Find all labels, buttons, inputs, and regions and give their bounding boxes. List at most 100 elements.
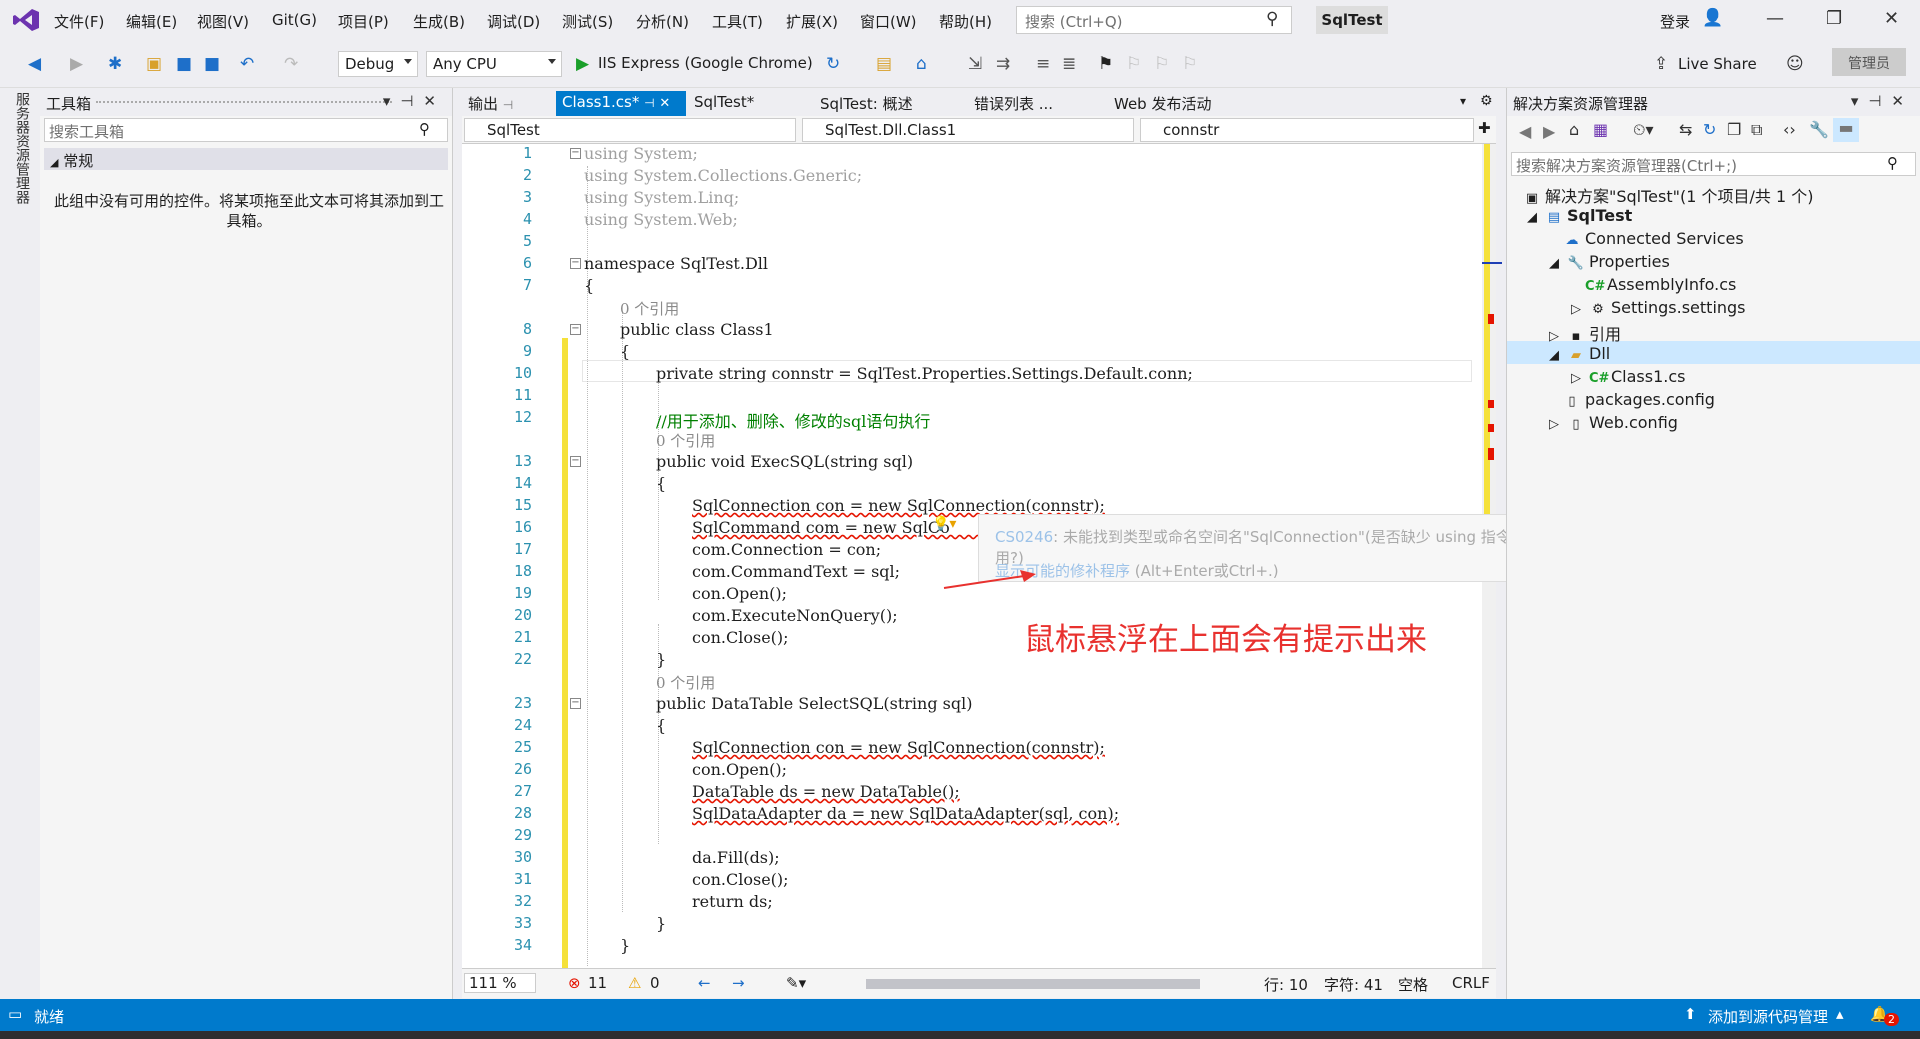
next-issue-icon[interactable]: → bbox=[732, 974, 745, 992]
collapse-icon[interactable]: − bbox=[570, 324, 581, 335]
undo-icon[interactable]: ↶ bbox=[240, 54, 254, 74]
forward-icon[interactable]: ▶ bbox=[70, 54, 83, 74]
pin-icon[interactable]: ⊣ bbox=[644, 96, 654, 110]
tree-item-properties[interactable]: ◢ 🔧 Properties bbox=[1545, 252, 1670, 275]
platform-select[interactable]: Any CPU bbox=[426, 51, 562, 77]
whitespace-indicator[interactable]: 空格 bbox=[1398, 974, 1428, 995]
search-icon[interactable]: ⚲ bbox=[419, 120, 430, 138]
close-tab-icon[interactable]: ✕ bbox=[659, 96, 670, 111]
toolbox-group[interactable]: ◢ 常规 bbox=[44, 148, 448, 170]
step-into-icon[interactable]: ⇲ bbox=[968, 54, 982, 74]
pin-icon[interactable]: ⊣ bbox=[503, 98, 513, 112]
menu-help[interactable]: 帮助(H) bbox=[939, 11, 992, 32]
back-icon[interactable]: ◀ bbox=[1519, 122, 1531, 141]
properties-icon[interactable]: 🔧 bbox=[1809, 120, 1829, 139]
next-bookmark-icon[interactable]: ⚐ bbox=[1154, 54, 1169, 74]
menu-edit[interactable]: 编辑(E) bbox=[126, 11, 177, 32]
expand-icon[interactable]: ◢ bbox=[1523, 210, 1541, 225]
close-icon[interactable]: ✕ bbox=[1884, 8, 1899, 29]
step-over-icon[interactable]: ⇉ bbox=[996, 54, 1010, 74]
tab-sqltest[interactable]: SqlTest* bbox=[688, 91, 760, 113]
open-icon[interactable]: ▣ bbox=[146, 54, 162, 74]
run-icon[interactable]: ▶ bbox=[576, 54, 589, 74]
tree-item-solution[interactable]: ▣ 解决方案"SqlTest"(1 个项目/共 1 个) bbox=[1523, 183, 1814, 206]
switch-views-icon[interactable]: ▦ bbox=[1593, 120, 1608, 139]
redo-icon[interactable]: ↷ bbox=[284, 54, 298, 74]
expand-icon[interactable]: ▷ bbox=[1567, 302, 1585, 317]
restore-icon[interactable]: ❐ bbox=[1826, 8, 1842, 29]
tree-item-packages-config[interactable]: ▯ packages.config bbox=[1563, 390, 1715, 413]
folder-icon[interactable]: ▤ bbox=[876, 54, 892, 74]
view-code-icon[interactable]: ‹› bbox=[1783, 120, 1796, 139]
expand-icon[interactable]: ◢ bbox=[1545, 256, 1563, 271]
search-input[interactable]: 搜索 (Ctrl+Q) bbox=[1016, 6, 1292, 34]
quick-action-icon[interactable]: 💡▾ bbox=[932, 516, 956, 532]
member-select[interactable]: connstr bbox=[1140, 118, 1474, 142]
add-source-control-button[interactable]: 添加到源代码管理 bbox=[1708, 1006, 1828, 1027]
config-select[interactable]: Debug bbox=[338, 51, 418, 77]
menu-test[interactable]: 测试(S) bbox=[562, 11, 613, 32]
zoom-select[interactable]: 111 % bbox=[464, 973, 536, 993]
reference-hint[interactable]: 0 个引用 bbox=[656, 430, 715, 451]
error-icon[interactable]: ⊗ bbox=[568, 974, 581, 992]
tab-output[interactable]: 输出 ⊣ bbox=[462, 91, 519, 116]
refresh-icon[interactable]: ↻ bbox=[1703, 120, 1716, 139]
panel-buttons[interactable]: ▾⊣✕ bbox=[1851, 92, 1914, 110]
menu-git[interactable]: Git(G) bbox=[272, 11, 317, 29]
indent-icon[interactable]: ≡ bbox=[1036, 54, 1050, 74]
upload-icon[interactable]: ⬆ bbox=[1684, 1005, 1697, 1023]
split-icon[interactable]: ✚ bbox=[1478, 119, 1491, 137]
preview-icon[interactable]: ▬ bbox=[1833, 118, 1859, 142]
forward-icon[interactable]: ▶ bbox=[1543, 122, 1555, 141]
collapse-icon[interactable]: − bbox=[570, 698, 581, 709]
menu-window[interactable]: 窗口(W) bbox=[860, 11, 917, 32]
clear-bookmarks-icon[interactable]: ⚐ bbox=[1182, 54, 1197, 74]
reference-hint[interactable]: 0 个引用 bbox=[656, 672, 715, 693]
show-all-files-icon[interactable]: ⧉ bbox=[1751, 120, 1762, 140]
new-project-icon[interactable]: ✱ bbox=[108, 54, 122, 74]
reference-hint[interactable]: 0 个引用 bbox=[620, 298, 679, 319]
browser-icon[interactable]: ⌂ bbox=[916, 54, 927, 74]
home-icon[interactable]: ⌂ bbox=[1569, 120, 1579, 139]
live-share-icon[interactable]: ⇪ bbox=[1654, 54, 1668, 74]
code-cleanup-icon[interactable]: ✎▾ bbox=[786, 974, 806, 992]
prev-bookmark-icon[interactable]: ⚐ bbox=[1126, 54, 1141, 74]
refresh-icon[interactable]: ↻ bbox=[826, 54, 840, 74]
tree-item-project[interactable]: ◢ ▤ SqlTest bbox=[1523, 206, 1632, 229]
tab-error-list[interactable]: 错误列表 ... bbox=[968, 91, 1059, 116]
menu-extensions[interactable]: 扩展(X) bbox=[786, 11, 838, 32]
run-target[interactable]: IIS Express (Google Chrome) bbox=[598, 54, 813, 72]
menu-build[interactable]: 生成(B) bbox=[413, 11, 465, 32]
tab-overview[interactable]: SqlTest: 概述 bbox=[814, 91, 919, 116]
account-icon[interactable]: 👤 bbox=[1702, 8, 1723, 28]
tree-item-web-config[interactable]: ▷ ▯ Web.config bbox=[1545, 413, 1678, 436]
server-explorer-strip[interactable]: 服务器资源管理器 bbox=[0, 88, 40, 999]
sync-icon[interactable]: ⇆ bbox=[1679, 120, 1692, 139]
expand-icon[interactable]: ▷ bbox=[1567, 371, 1585, 386]
expand-icon[interactable]: ◢ bbox=[1545, 348, 1563, 363]
warning-count[interactable]: 0 bbox=[650, 974, 660, 992]
horizontal-scrollbar[interactable] bbox=[866, 979, 1200, 989]
toolbox-search-input[interactable]: 搜索工具箱 bbox=[44, 118, 448, 142]
collapse-icon[interactable]: − bbox=[570, 148, 581, 159]
login-link[interactable]: 登录 bbox=[1660, 11, 1690, 32]
expand-icon[interactable]: ▷ bbox=[1545, 417, 1563, 432]
solution-search-input[interactable]: 搜索解决方案资源管理器(Ctrl+;) bbox=[1511, 152, 1916, 176]
tree-item-class1[interactable]: ▷ C#Class1.cs bbox=[1567, 367, 1686, 390]
tree-item-settings[interactable]: ▷ ⚙ Settings.settings bbox=[1567, 298, 1746, 321]
bookmark-icon[interactable]: ⚑ bbox=[1098, 54, 1113, 74]
menu-debug[interactable]: 调试(D) bbox=[487, 11, 540, 32]
error-code-link[interactable]: CS0246 bbox=[995, 528, 1053, 546]
tree-item-references[interactable]: ▷ ▪ 引用 bbox=[1545, 321, 1621, 344]
minimize-icon[interactable]: — bbox=[1766, 8, 1784, 29]
search-icon[interactable]: ⚲ bbox=[1266, 9, 1278, 29]
collapse-icon[interactable]: − bbox=[570, 258, 581, 269]
error-count[interactable]: 11 bbox=[588, 974, 607, 992]
eol-indicator[interactable]: CRLF bbox=[1452, 974, 1490, 992]
prev-issue-icon[interactable]: ← bbox=[698, 974, 711, 992]
tree-item-connected-services[interactable]: ☁ Connected Services bbox=[1563, 229, 1744, 252]
pending-changes-icon[interactable]: ⏲▾ bbox=[1633, 120, 1654, 140]
settings-icon[interactable]: ⚙ bbox=[1480, 93, 1493, 109]
tree-item-assemblyinfo[interactable]: C#AssemblyInfo.cs bbox=[1585, 275, 1736, 298]
tree-item-dll-folder[interactable]: ◢ ▰ Dll bbox=[1545, 344, 1610, 367]
